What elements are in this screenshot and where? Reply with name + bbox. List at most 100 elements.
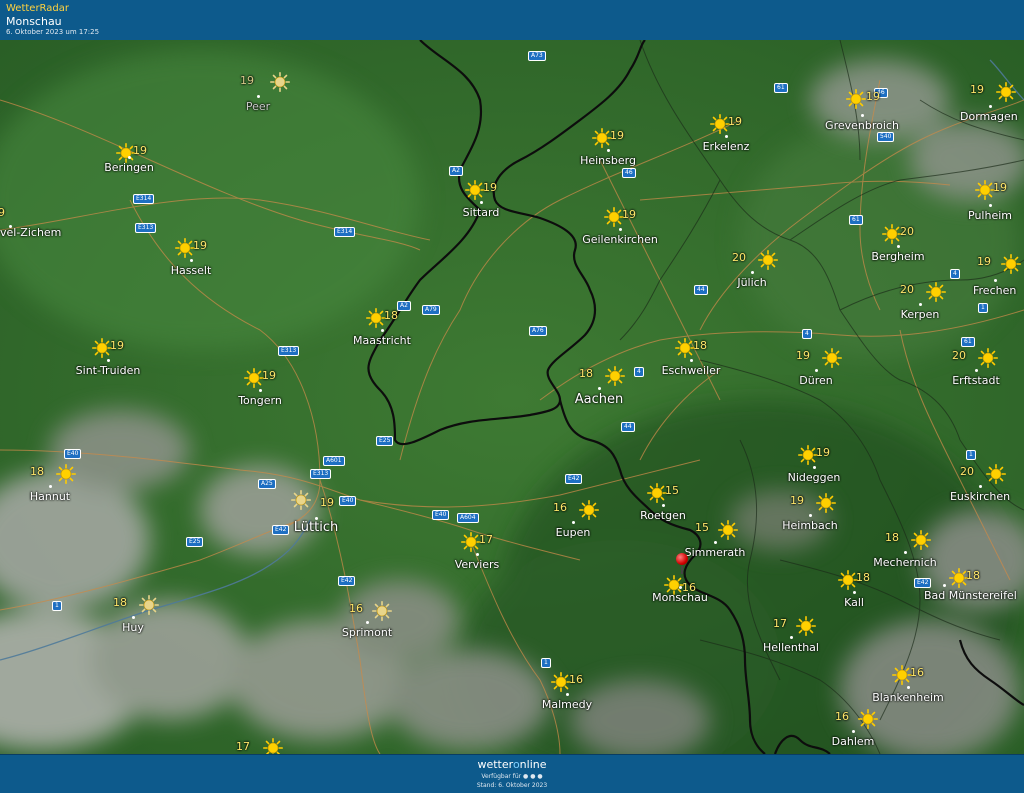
road-badge: E42 [272, 525, 290, 535]
sun-icon [675, 338, 696, 359]
wetteronline-logo[interactable]: wetteronline [0, 758, 1024, 771]
city-dot [943, 584, 946, 587]
road-badge: E314 [133, 194, 155, 204]
city-temperature: 18 [384, 309, 398, 322]
city-name: Dormagen [960, 110, 1018, 123]
city-name: Hasselt [170, 264, 212, 277]
city-dot [813, 466, 816, 469]
city-dot [607, 149, 610, 152]
road-badge: E313 [310, 469, 332, 479]
city-temperature: 18 [856, 571, 870, 584]
location-title: Monschau [6, 15, 62, 28]
city-dot [476, 553, 479, 556]
city-temperature: 19 [728, 115, 742, 128]
road-badge: 1 [541, 658, 551, 668]
city-name: Mechernich [873, 556, 937, 569]
road-badge: E40 [64, 449, 82, 459]
sun-icon [604, 207, 625, 228]
city-name: Beringen [104, 161, 154, 174]
city-temperature: 19 [970, 83, 984, 96]
city-dot [662, 504, 665, 507]
city-name: Hannut [29, 490, 71, 503]
city-temperature: 19 [262, 369, 276, 382]
sun-icon [858, 709, 879, 730]
city-dot [480, 201, 483, 204]
sun-icon [56, 464, 77, 485]
road-badge: E42 [914, 578, 932, 588]
sun-icon [579, 500, 600, 521]
sun-icon [975, 180, 996, 201]
city-temperature: 18 [693, 339, 707, 352]
city-dot [257, 95, 260, 98]
city-name: Maastricht [353, 334, 411, 347]
city-name: Kall [844, 596, 864, 609]
road-badge: E40 [339, 496, 357, 506]
city-temperature: 15 [695, 521, 709, 534]
city-temperature: 19 [622, 208, 636, 221]
city-name: Lüttich [293, 520, 339, 535]
city-temperature: 20 [900, 225, 914, 238]
city-temperature: 18 [579, 367, 593, 380]
city-name: Verviers [454, 558, 500, 571]
city-dot [852, 730, 855, 733]
weather-map[interactable]: A73 61 46 540 A2 46 E314 E313 E314 61 4 A2 A79 A76 44 1… [0, 40, 1024, 754]
city-name: Heinsberg [580, 154, 636, 167]
city-name: Malmedy [541, 698, 593, 711]
sun-icon [263, 738, 284, 754]
road-badge: A2 [449, 166, 463, 176]
road-badge: A2 [397, 301, 411, 311]
city-dot [725, 135, 728, 138]
road-badge: 1 [978, 303, 988, 313]
sun-icon [92, 338, 113, 359]
city-name: Eschweiler [661, 364, 721, 377]
city-name: Erftstadt [952, 374, 1000, 387]
sun-icon [838, 570, 859, 591]
sun-icon [996, 82, 1017, 103]
road-badge: E313 [135, 223, 157, 233]
city-dot [381, 329, 384, 332]
road-badge: 4 [802, 329, 812, 339]
city-dot [994, 279, 997, 282]
city-temperature: 19 [790, 494, 804, 507]
city-dot [989, 204, 992, 207]
sun-icon [175, 238, 196, 259]
sun-icon [758, 250, 779, 271]
sun-icon [647, 483, 668, 504]
availability-text: Verfügbar für ● ● ● [481, 773, 543, 780]
road-badge: 540 [877, 132, 895, 142]
city-temperature: 20 [900, 283, 914, 296]
road-badge: E25 [376, 436, 394, 446]
city-dot [566, 693, 569, 696]
road-badge: 44 [621, 422, 635, 432]
city-name: Hellenthal [763, 641, 819, 654]
city-temperature: 17 [236, 740, 250, 753]
road-badge: 61 [774, 83, 788, 93]
road-badge: A604 [457, 513, 479, 523]
city-temperature: 15 [665, 484, 679, 497]
road-badge: E40 [432, 510, 450, 520]
city-name: Grevenbroich [825, 119, 899, 132]
sun-icon [465, 180, 486, 201]
brand-title: WetterRadar [6, 3, 70, 14]
city-temperature: 19 [796, 349, 810, 362]
city-temperature: 16 [569, 673, 583, 686]
road-badge: 44 [694, 285, 708, 295]
city-temperature: 19 [193, 239, 207, 252]
city-name: Sint-Truiden [75, 364, 141, 377]
location-pin[interactable] [676, 553, 688, 565]
sun-icon [816, 493, 837, 514]
city-name: Bergheim [871, 250, 925, 263]
city-temperature: 16 [910, 666, 924, 679]
city-dot [259, 389, 262, 392]
city-dot [132, 616, 135, 619]
city-dot [714, 541, 717, 544]
city-name: Geilenkirchen [582, 233, 658, 246]
city-temperature: 19 [610, 129, 624, 142]
city-temperature: 19 [483, 181, 497, 194]
road-badge: A76 [529, 326, 547, 336]
city-dot [975, 369, 978, 372]
sun-icon [846, 89, 867, 110]
city-temperature: 9 [0, 206, 5, 219]
city-name: Tongern [238, 394, 282, 407]
city-name: Düren [799, 374, 833, 387]
